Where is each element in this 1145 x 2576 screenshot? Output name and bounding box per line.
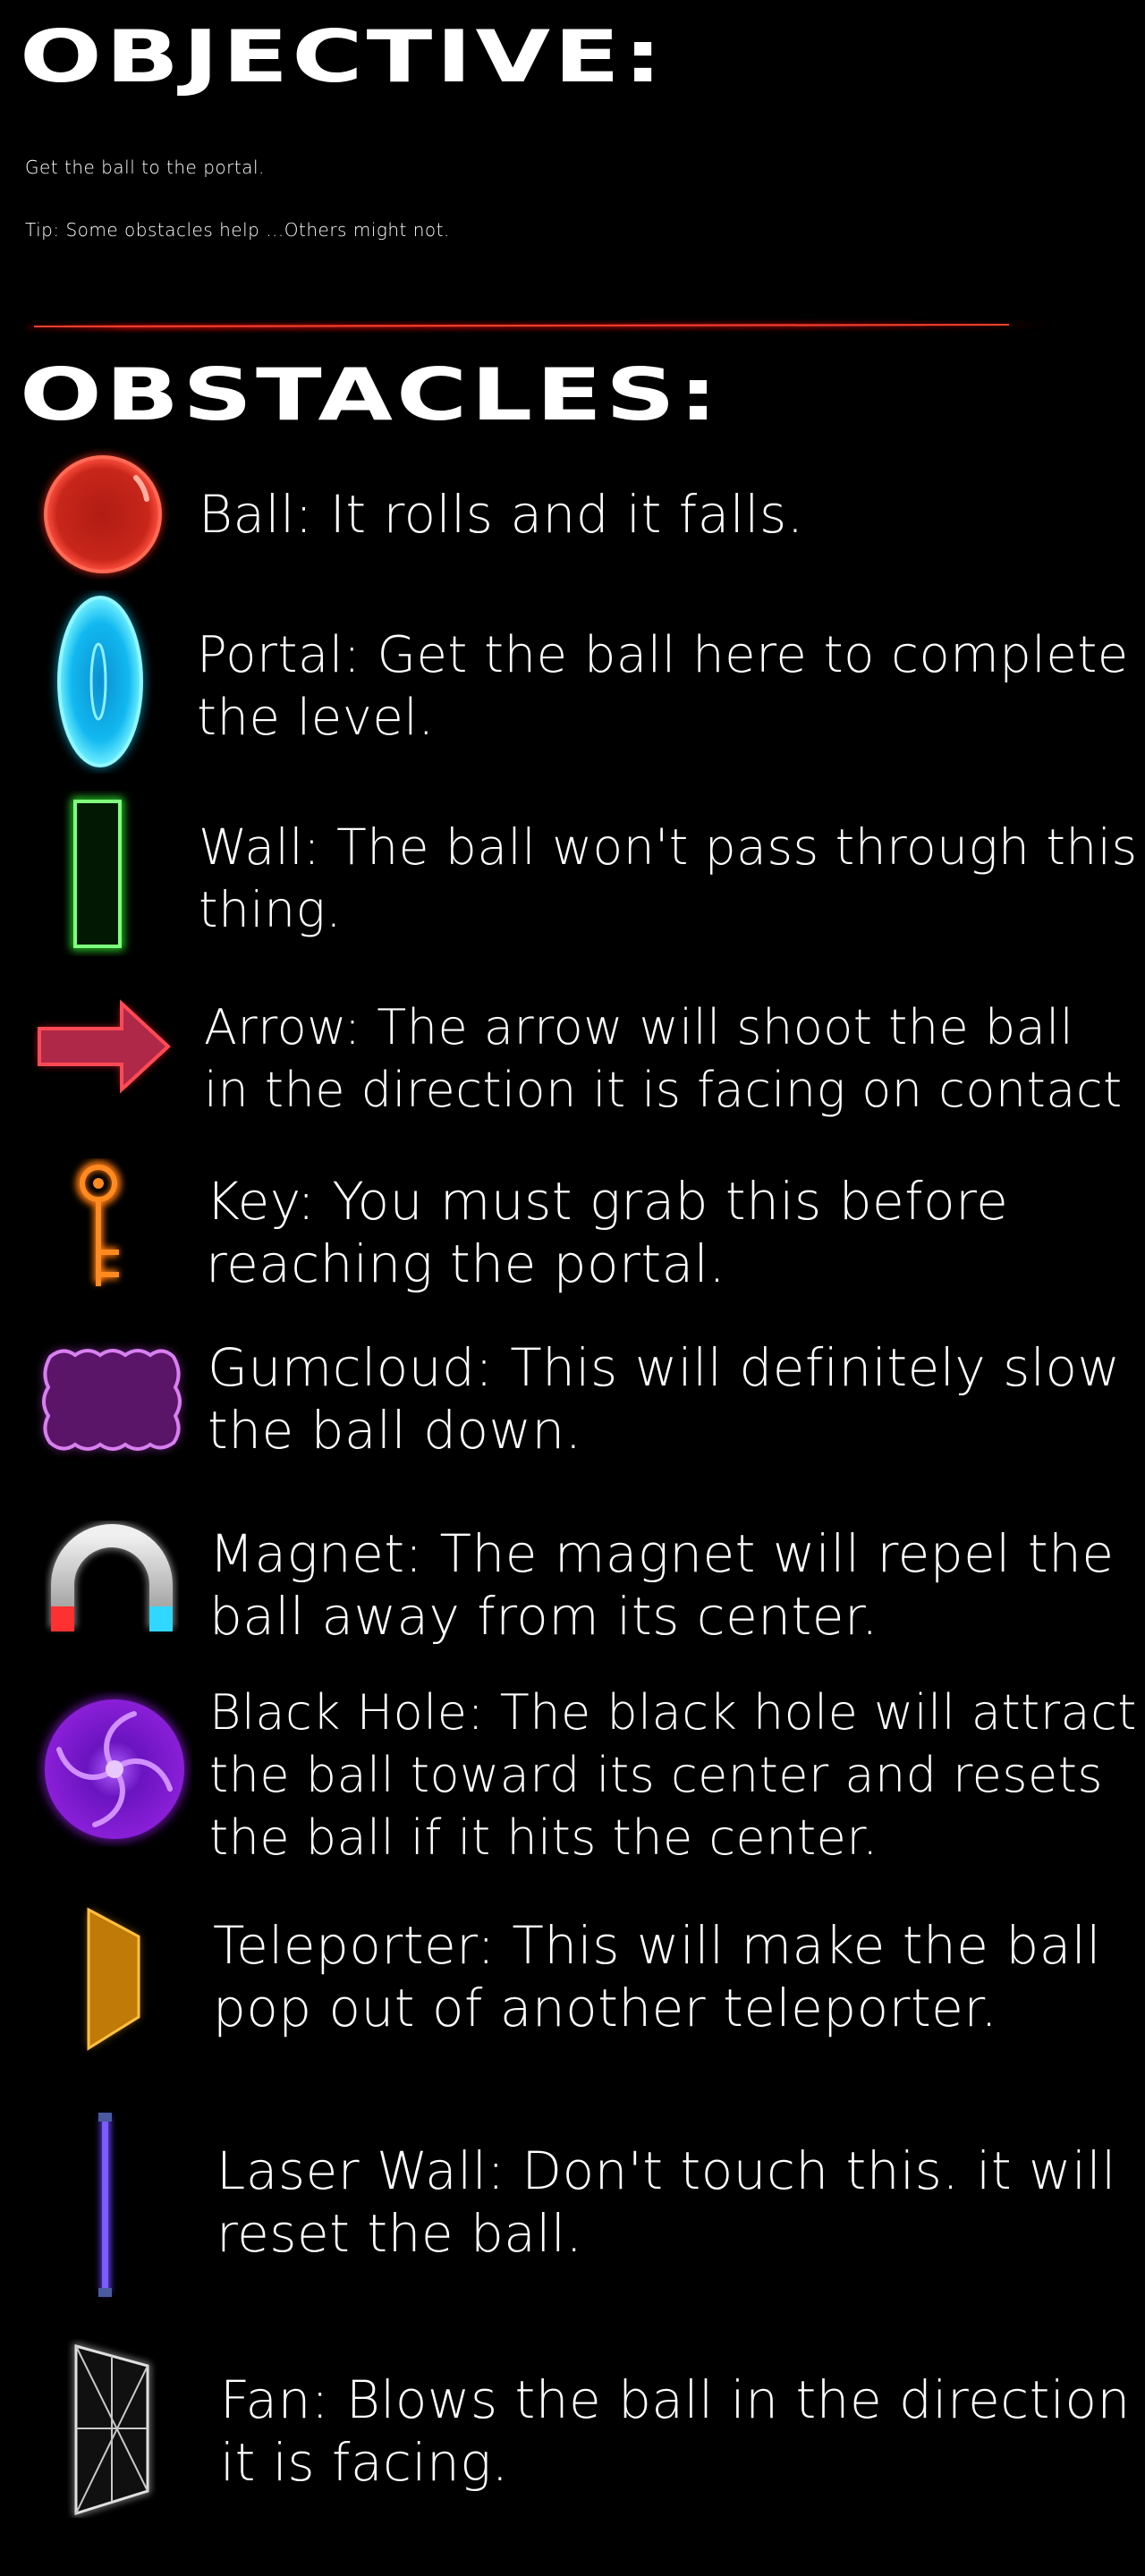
description-line: it is facing.: [220, 2432, 509, 2493]
description-line: Wall: The ball won't pass through this: [199, 818, 1138, 876]
ball-description: Ball: It rolls and it falls.: [199, 483, 804, 546]
objective-heading: OBJECTIVE:: [20, 15, 666, 98]
fan-description: Fan: Blows the ball in the direction it …: [220, 2368, 1131, 2494]
description-line: pop out of another teleporter.: [213, 1978, 998, 2038]
black-hole-icon: [43, 1698, 186, 1841]
description-line: Black Hole: The black hole will attract: [209, 1684, 1137, 1741]
teleporter-icon: [87, 1907, 140, 2051]
arrow-description: Arrow: The arrow will shoot the ball in …: [204, 996, 1123, 1122]
description-line: the ball if it hits the center.: [209, 1809, 878, 1866]
obstacles-heading: OBSTACLES:: [20, 353, 722, 436]
description-line: Teleporter: This will make the ball: [213, 1915, 1101, 1976]
description-line: reaching the portal.: [206, 1233, 726, 1294]
laser-wall-description: Laser Wall: Don't touch this. it will re…: [216, 2140, 1116, 2265]
magnet-icon: [49, 1522, 174, 1631]
portal-description: Portal: Get the ball here to complete th…: [197, 624, 1129, 750]
description-line: reset the ball.: [216, 2203, 583, 2264]
description-line: Magnet: The magnet will repel the: [209, 1523, 1115, 1584]
description-line: ball away from its center.: [209, 1586, 878, 1647]
description-line: thing.: [199, 881, 343, 938]
portal-icon: [57, 596, 143, 767]
teleporter-description: Teleporter: This will make the ball pop …: [213, 1914, 1101, 2039]
description-line: Fan: Blows the ball in the direction: [220, 2369, 1131, 2430]
gumcloud-icon: [42, 1349, 182, 1451]
wall-icon: [72, 798, 123, 950]
objective-tip: Tip: Some obstacles help ...Others might…: [25, 219, 450, 241]
gumcloud-description: Gumcloud: This will definitely slow the …: [208, 1336, 1120, 1462]
description-line: Portal: Get the ball here to complete: [197, 626, 1129, 684]
ball-icon: [44, 455, 162, 573]
description-line: Laser Wall: Don't touch this. it will: [216, 2140, 1116, 2201]
black-hole-description: Black Hole: The black hole will attract …: [209, 1682, 1137, 1869]
description-line: the ball down.: [208, 1400, 582, 1461]
red-divider: [25, 323, 1054, 329]
laser-wall-icon: [98, 2113, 112, 2297]
magnet-description: Magnet: The magnet will repel the ball a…: [209, 1522, 1115, 1648]
key-icon: [76, 1161, 121, 1286]
key-description: Key: You must grab this before reaching …: [206, 1170, 1008, 1295]
wall-description: Wall: The ball won't pass through this t…: [199, 816, 1138, 941]
description-line: Key: You must grab this before: [206, 1171, 1009, 1232]
description-line: the level.: [197, 689, 435, 747]
objective-text: Get the ball to the portal. Tip: Some ob…: [25, 136, 1143, 261]
arrow-icon: [38, 999, 171, 1094]
objective-line: Get the ball to the portal.: [25, 157, 265, 178]
description-line: Ball: It rolls and it falls.: [199, 484, 804, 545]
description-line: Arrow: The arrow will shoot the ball: [204, 999, 1074, 1055]
description-line: in the direction it is facing on contact: [204, 1062, 1123, 1118]
description-line: Gumcloud: This will definitely slow: [208, 1337, 1121, 1398]
fan-icon: [73, 2343, 150, 2518]
description-line: the ball toward its center and resets: [209, 1747, 1104, 1803]
